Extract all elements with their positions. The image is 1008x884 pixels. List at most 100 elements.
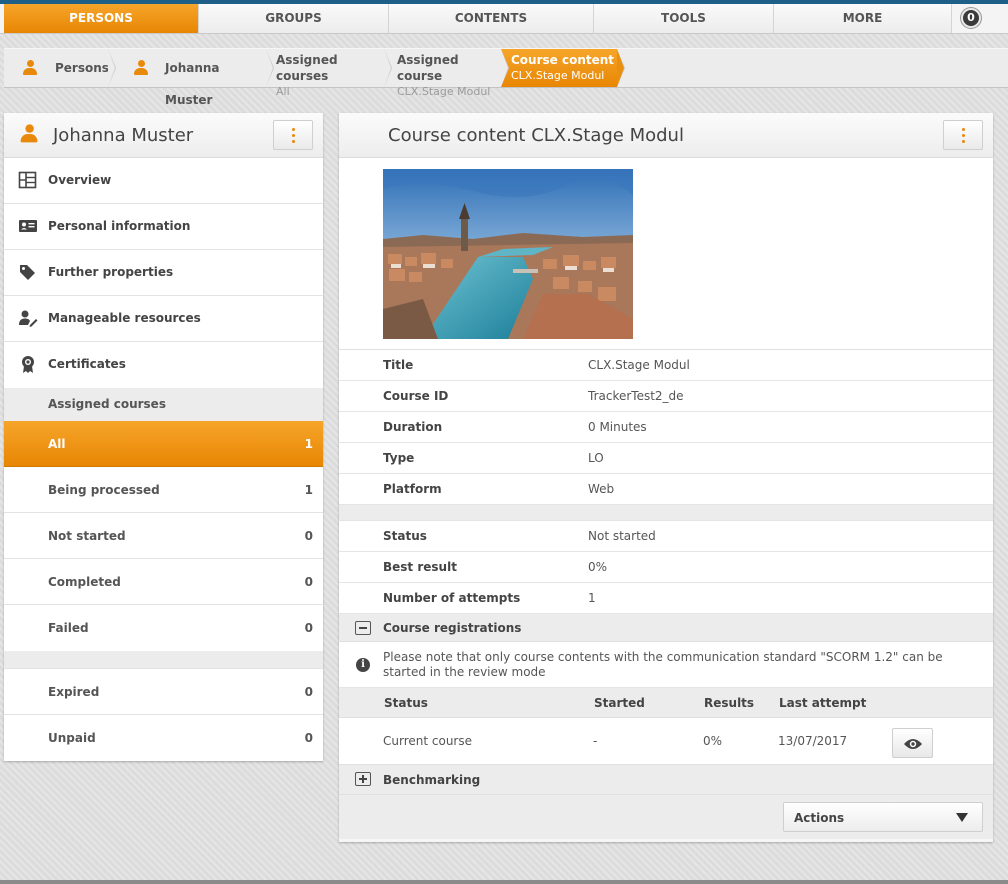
table-row: Current course - 0% 13/07/2017 bbox=[339, 718, 993, 765]
filter-divider bbox=[4, 651, 323, 669]
detail-value: Web bbox=[588, 482, 615, 496]
breadcrumb-assigned-course[interactable]: Assigned course CLX.Stage Modul bbox=[387, 49, 509, 98]
filter-count: 0 bbox=[304, 621, 313, 635]
column-header-results: Results bbox=[704, 696, 755, 710]
breadcrumb-persons[interactable]: Persons bbox=[4, 49, 116, 87]
actions-bar: Actions bbox=[339, 795, 993, 839]
nav-tab-groups[interactable]: GROUPS bbox=[199, 4, 389, 33]
nav-tab-persons[interactable]: PERSONS bbox=[4, 4, 199, 33]
course-content-panel: Course content CLX.Stage Modul Title CLX… bbox=[339, 113, 993, 842]
filter-count: 0 bbox=[304, 685, 313, 699]
person-icon bbox=[23, 60, 37, 76]
section-label: Course registrations bbox=[383, 621, 522, 635]
sidebar-item-overview[interactable]: Overview bbox=[4, 158, 323, 204]
detail-value: 0 Minutes bbox=[588, 420, 647, 434]
column-header-status: Status bbox=[384, 696, 428, 710]
sidebar-item-label: Overview bbox=[48, 173, 112, 187]
sidebar-item-further-properties[interactable]: Further properties bbox=[4, 250, 323, 296]
overview-icon bbox=[18, 171, 37, 189]
person-icon bbox=[20, 124, 38, 143]
detail-row-attempts: Number of attempts 1 bbox=[339, 583, 993, 614]
view-registration-button[interactable] bbox=[892, 728, 933, 758]
filter-count: 0 bbox=[304, 575, 313, 589]
id-card-icon bbox=[19, 220, 37, 232]
breadcrumb-course-content[interactable]: Course content CLX.Stage Modul bbox=[501, 49, 625, 87]
breadcrumb-subtitle: CLX.Stage Modul bbox=[397, 85, 491, 98]
sidebar-menu-button[interactable] bbox=[273, 120, 313, 150]
course-registrations-toggle[interactable]: Course registrations bbox=[339, 614, 993, 642]
detail-value: 0% bbox=[588, 560, 608, 574]
breadcrumb-title: Assigned courses bbox=[276, 53, 338, 83]
filter-count: 0 bbox=[304, 529, 313, 543]
detail-value: Not started bbox=[588, 529, 656, 543]
cell-results: 0% bbox=[703, 734, 723, 748]
course-image-area bbox=[339, 158, 993, 350]
detail-value: CLX.Stage Modul bbox=[588, 358, 690, 372]
page-title: Course content CLX.Stage Modul bbox=[388, 125, 684, 146]
content-menu-button[interactable] bbox=[943, 120, 983, 150]
nav-tab-more[interactable]: MORE bbox=[774, 4, 952, 33]
filter-completed[interactable]: Completed 0 bbox=[4, 559, 323, 605]
filter-being-processed[interactable]: Being processed 1 bbox=[4, 467, 323, 513]
top-navigation: PERSONS GROUPS CONTENTS TOOLS MORE 0 bbox=[0, 4, 1008, 34]
cell-status: Current course bbox=[383, 734, 472, 748]
filter-unpaid[interactable]: Unpaid 0 bbox=[4, 715, 323, 761]
assigned-courses-heading: Assigned courses bbox=[4, 388, 323, 421]
breadcrumb-title: Assigned course bbox=[397, 53, 459, 83]
detail-key: Type bbox=[383, 451, 415, 465]
detail-value: TrackerTest2_de bbox=[588, 389, 684, 403]
info-icon: i bbox=[356, 658, 370, 672]
detail-key: Platform bbox=[383, 482, 442, 496]
cell-last-attempt: 13/07/2017 bbox=[778, 734, 848, 748]
detail-row-platform: Platform Web bbox=[339, 474, 993, 505]
person-icon bbox=[134, 60, 148, 76]
nav-tab-contents[interactable]: CONTENTS bbox=[389, 4, 594, 33]
detail-key: Status bbox=[383, 529, 427, 543]
sidebar-item-certificates[interactable]: Certificates bbox=[4, 342, 323, 388]
filter-label: Completed bbox=[48, 575, 121, 589]
sidebar-item-label: Further properties bbox=[48, 265, 174, 279]
section-label: Benchmarking bbox=[383, 773, 481, 787]
sidebar-header: Johanna Muster bbox=[4, 113, 323, 158]
breadcrumb: Persons Johanna Muster Assigned courses … bbox=[4, 48, 1008, 107]
detail-value: LO bbox=[588, 451, 604, 465]
bottom-border bbox=[0, 880, 1008, 884]
detail-value: 1 bbox=[588, 591, 596, 605]
notification-counter[interactable]: 0 bbox=[961, 8, 981, 28]
actions-label: Actions bbox=[794, 811, 845, 825]
sidebar-item-personal-information[interactable]: Personal information bbox=[4, 204, 323, 250]
person-sidebar: Johanna Muster Overview Personal informa… bbox=[4, 113, 323, 761]
breadcrumb-assigned-courses[interactable]: Assigned courses All bbox=[266, 49, 392, 98]
nav-tab-tools[interactable]: TOOLS bbox=[594, 4, 774, 33]
filter-count: 1 bbox=[304, 437, 313, 451]
person-name: Johanna Muster bbox=[53, 125, 194, 146]
filter-failed[interactable]: Failed 0 bbox=[4, 605, 323, 651]
filter-label: Failed bbox=[48, 621, 89, 635]
filter-label: All bbox=[48, 437, 66, 451]
detail-key: Course ID bbox=[383, 389, 449, 403]
detail-key: Number of attempts bbox=[383, 591, 521, 605]
sidebar-item-manageable-resources[interactable]: Manageable resources bbox=[4, 296, 323, 342]
actions-dropdown[interactable]: Actions bbox=[783, 802, 983, 832]
tag-icon bbox=[20, 265, 35, 280]
filter-count: 1 bbox=[304, 483, 313, 497]
section-label: Assigned courses bbox=[48, 397, 166, 411]
eye-icon bbox=[904, 739, 922, 749]
detail-key: Best result bbox=[383, 560, 457, 574]
filter-not-started[interactable]: Not started 0 bbox=[4, 513, 323, 559]
filter-expired[interactable]: Expired 0 bbox=[4, 669, 323, 715]
detail-row-duration: Duration 0 Minutes bbox=[339, 412, 993, 443]
filter-label: Expired bbox=[48, 685, 100, 699]
column-header-started: Started bbox=[594, 696, 645, 710]
benchmarking-toggle[interactable]: Benchmarking bbox=[339, 765, 993, 795]
cell-started: - bbox=[593, 734, 598, 748]
detail-row-type: Type LO bbox=[339, 443, 993, 474]
filter-all[interactable]: All 1 bbox=[4, 421, 323, 467]
user-edit-icon bbox=[19, 310, 38, 327]
dropdown-arrow-icon bbox=[956, 813, 968, 822]
filter-label: Not started bbox=[48, 529, 126, 543]
detail-key: Duration bbox=[383, 420, 443, 434]
detail-row-course-id: Course ID TrackerTest2_de bbox=[339, 381, 993, 412]
filter-label: Unpaid bbox=[48, 731, 96, 745]
breadcrumb-person[interactable]: Johanna Muster bbox=[108, 49, 274, 107]
